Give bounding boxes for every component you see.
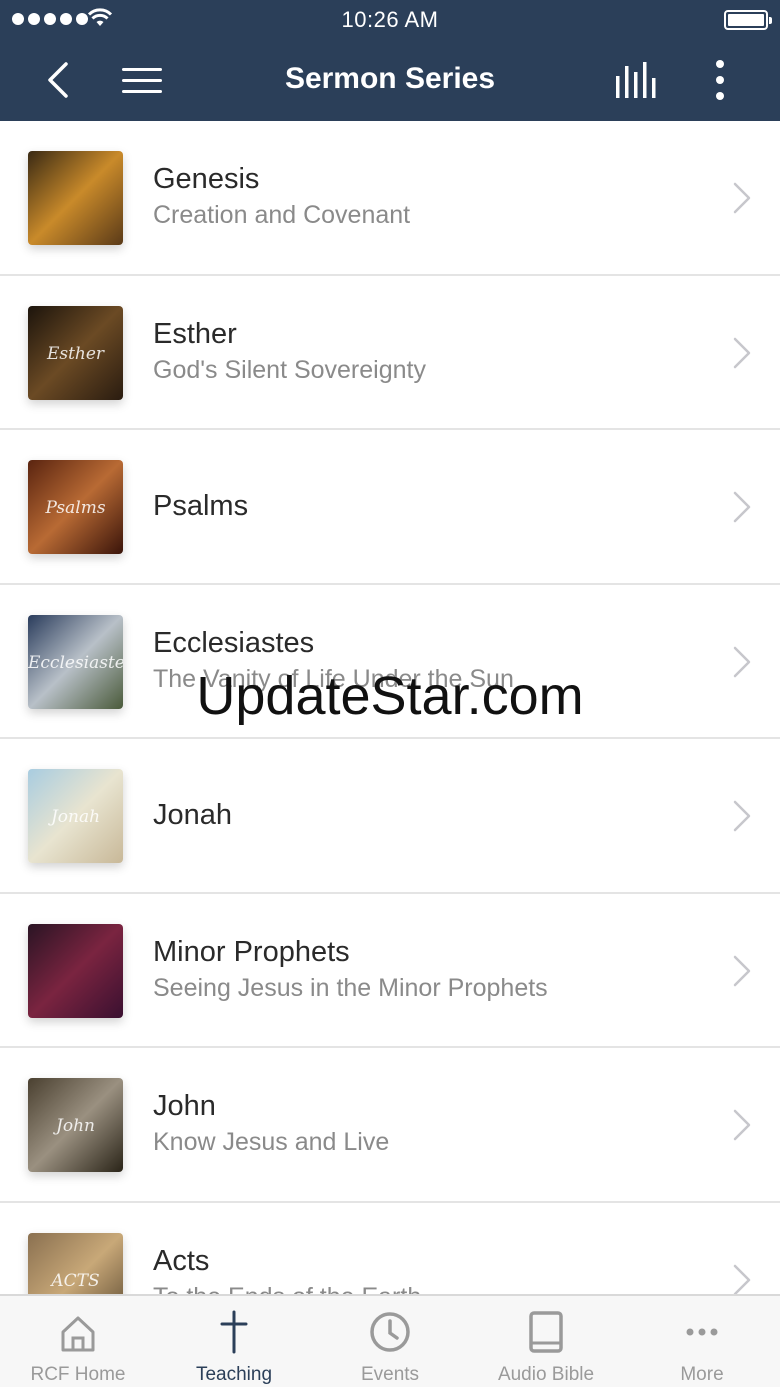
series-title: John [153,1090,216,1123]
series-text: Acts To the Ends of the Earth [153,1203,720,1294]
tab-more[interactable]: More [624,1296,780,1387]
thumbnail-art-text: Psalms [45,498,106,518]
series-text: Esther God's Silent Sovereignty [153,276,720,429]
series-text: Minor Prophets Seeing Jesus in the Minor … [153,894,720,1047]
chevron-right-icon [733,182,751,214]
series-title: Ecclesiastes [153,626,315,659]
home-icon [61,1316,95,1352]
chevron-right-icon [733,800,751,832]
series-subtitle: Seeing Jesus in the Minor Prophets [153,973,548,1002]
tab-label: Audio Bible [497,1364,595,1385]
series-row[interactable]: Esther Esther God's Silent Sovereignty [0,275,780,430]
battery-icon [724,10,772,30]
tab-rcf-home[interactable]: RCF Home [0,1296,156,1387]
clock-icon [370,1312,410,1352]
thumbnail-art-text: John [56,1116,95,1136]
series-thumbnail [28,151,123,245]
tab-label: Events [360,1364,420,1385]
chevron-right-icon [733,646,751,677]
book-icon [529,1311,563,1353]
navigation-bar: Sermon Series [0,40,780,121]
chevron-right-icon [733,1264,751,1294]
thumbnail-art-text: ACTS [51,1270,100,1291]
cross-icon [220,1310,248,1354]
series-row[interactable]: ACTS Acts To the Ends of the Earth [0,1202,780,1294]
series-subtitle: To the Ends of the Earth [153,1279,720,1294]
series-thumbnail: Psalms [28,460,123,554]
series-text: Ecclesiastes The Vanity of Life Under the… [153,585,720,738]
series-title: Esther [153,317,237,350]
series-subtitle: Creation and Covenant [153,201,411,230]
series-thumbnail: John [28,1078,123,1172]
chevron-right-icon [733,955,751,986]
series-text: Genesis Creation and Covenant [153,121,720,274]
series-thumbnail: ACTS [28,1232,123,1294]
series-title: Psalms [153,490,249,523]
status-time: 10:26 AM [341,7,439,32]
thumbnail-art-text: Ecclesiastes [28,652,123,673]
tab-label: RCF Home [30,1364,126,1385]
audio-levels-icon[interactable] [612,60,664,100]
series-row[interactable]: John John Know Jesus and Live [0,1048,780,1203]
ellipsis-icon [686,1328,718,1336]
series-thumbnail: Ecclesiastes [28,614,123,709]
series-row[interactable]: Genesis Creation and Covenant [0,121,780,276]
series-thumbnail [28,923,123,1018]
series-row[interactable]: Psalms Psalms [0,430,780,585]
back-icon[interactable] [40,58,80,102]
series-text: Jonah [153,739,720,892]
series-title: Minor Prophets [153,935,350,968]
series-title: Acts [153,1244,210,1277]
top-bar: 10:26 AM Sermon Series [0,0,780,121]
series-subtitle: The Vanity of Life Under the Sun [153,664,514,693]
series-row[interactable]: Jonah Jonah [0,739,780,894]
tab-label: Teaching [195,1364,273,1385]
tab-teaching[interactable]: Teaching [156,1296,312,1387]
tab-events[interactable]: Events [312,1296,468,1387]
series-thumbnail: Jonah [28,769,123,863]
more-options-icon[interactable] [706,58,734,102]
series-row[interactable]: Minor Prophets Seeing Jesus in the Minor … [0,893,780,1048]
tab-audio-bible[interactable]: Audio Bible [468,1296,624,1387]
sermon-series-list: Genesis Creation and Covenant Esther Esther… [0,121,780,1294]
tab-label: More [680,1364,724,1385]
tab-bar: RCF Home Teaching Events Audio Bible More [0,1294,780,1387]
status-bar: 10:26 AM [0,0,780,40]
series-text: John Know Jesus and Live [153,1048,720,1201]
hamburger-menu-icon[interactable] [118,62,166,98]
series-subtitle: Know Jesus and Live [153,1128,390,1157]
thumbnail-art-text: Esther [46,343,105,364]
thumbnail-art-text: Jonah [50,807,101,827]
series-title: Jonah [153,799,233,832]
series-thumbnail: Esther [28,305,123,400]
chevron-right-icon [733,1109,751,1141]
chevron-right-icon [733,491,751,523]
series-row[interactable]: Ecclesiastes Ecclesiastes The Vanity of Li… [0,584,780,739]
chevron-right-icon [733,337,751,368]
series-subtitle: God's Silent Sovereignty [153,355,426,384]
series-title: Genesis [153,163,260,196]
series-text: Psalms [153,430,720,583]
